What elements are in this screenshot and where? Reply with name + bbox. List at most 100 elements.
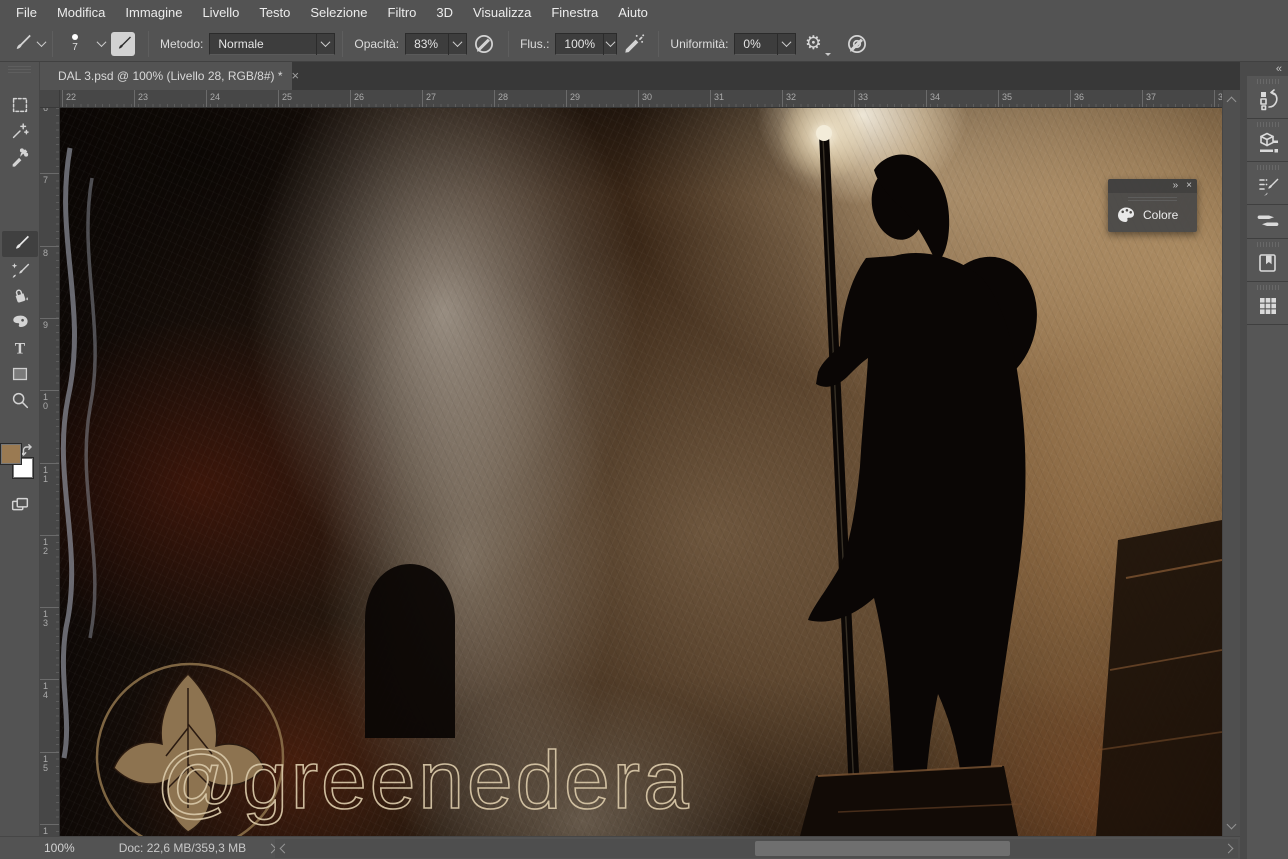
brush-picker-chevron-icon[interactable] (97, 37, 107, 47)
brushes-panel-button[interactable] (1247, 205, 1288, 239)
menu-finestra[interactable]: Finestra (541, 0, 608, 26)
magic-wand-tool[interactable] (2, 118, 38, 144)
vertical-ruler: 678910111213141516 (40, 108, 60, 836)
tools-panel: T (0, 62, 40, 836)
grey-wisps (63, 148, 95, 758)
menu-3d[interactable]: 3D (426, 0, 463, 26)
panel-dock: « (1240, 62, 1288, 859)
document-tab[interactable]: DAL 3.psd @ 100% (Livello 28, RGB/8#) * … (40, 62, 292, 90)
hruler-tick: 22 (66, 92, 76, 102)
opacity-chevron-icon[interactable] (448, 33, 466, 55)
vruler-tick: 11 (43, 466, 52, 484)
hruler-tick: 36 (1074, 92, 1084, 102)
history-panel-button[interactable] (1247, 76, 1288, 119)
toggle-brush-settings-button[interactable] (111, 32, 135, 56)
hruler-tick: 24 (210, 92, 220, 102)
hruler-tick: 34 (930, 92, 940, 102)
3d-panel-button[interactable] (1247, 119, 1288, 162)
menu-testo[interactable]: Testo (249, 0, 300, 26)
document-size-info: Doc: 22,6 MB/359,3 MB (119, 841, 246, 855)
grid-panel-button[interactable] (1247, 282, 1288, 325)
separator (342, 31, 343, 57)
staff-orb (816, 125, 832, 141)
hruler-tick: 33 (858, 92, 868, 102)
horizontal-scrollbar[interactable] (275, 839, 1238, 858)
staff (778, 108, 870, 836)
smoothing-gear-icon[interactable]: ⚙ (800, 31, 826, 57)
smoothing-chevron-icon[interactable] (777, 33, 795, 55)
vruler-tick: 14 (43, 682, 52, 700)
menu-aiuto[interactable]: Aiuto (608, 0, 658, 26)
dock-header: « (1240, 62, 1288, 76)
scroll-up-icon[interactable] (1227, 97, 1237, 107)
swap-colors-icon[interactable] (21, 445, 31, 455)
hruler-tick: 27 (426, 92, 436, 102)
vruler-tick: 9 (43, 321, 52, 330)
pressure-opacity-icon[interactable] (471, 31, 497, 57)
menu-file[interactable]: File (6, 0, 47, 26)
pressure-size-icon[interactable] (844, 31, 870, 57)
menu-livello[interactable]: Livello (192, 0, 249, 26)
flow-label: Flus.: (520, 37, 549, 51)
brush-tool[interactable] (2, 231, 38, 257)
tab-close-icon[interactable]: × (292, 70, 300, 82)
mixer-brush-tool[interactable] (2, 257, 38, 283)
eyedropper-tool[interactable] (2, 144, 38, 170)
menu-filtro[interactable]: Filtro (378, 0, 427, 26)
zoom-level-field[interactable]: 100% (44, 841, 75, 855)
vruler-tick: 13 (43, 610, 52, 628)
tool-preset-chevron-icon[interactable] (37, 37, 47, 47)
horizontal-ruler: 2223242526272829303132333435363738 (60, 90, 1222, 108)
scroll-left-icon[interactable] (280, 844, 290, 854)
brush-settings-panel-button[interactable] (1247, 162, 1288, 205)
flow-input[interactable]: 100% (555, 33, 617, 55)
hruler-tick: 26 (354, 92, 364, 102)
scroll-right-icon[interactable] (1224, 844, 1234, 854)
blend-mode-select[interactable]: Normale (209, 33, 335, 55)
foreground-color-swatch[interactable] (0, 443, 22, 465)
vruler-tick: 16 (43, 827, 52, 836)
color-panel-tab[interactable]: Colore (1116, 205, 1178, 225)
arch-doorway (365, 564, 455, 738)
document-canvas[interactable]: @greenedera (60, 108, 1222, 836)
flow-chevron-icon[interactable] (603, 33, 616, 55)
ruler-corner[interactable] (40, 90, 60, 108)
smudge-tool[interactable] (2, 309, 38, 335)
smoothing-input[interactable]: 0% (734, 33, 796, 55)
brush-preview[interactable]: 7 (60, 34, 90, 53)
screen-mode-icon[interactable] (2, 492, 38, 518)
tool-preset-brush-icon[interactable] (8, 31, 34, 57)
menu-selezione[interactable]: Selezione (300, 0, 377, 26)
type-tool[interactable]: T (2, 335, 38, 361)
vruler-tick: 8 (43, 249, 52, 258)
menu-visualizza[interactable]: Visualizza (463, 0, 541, 26)
horizontal-scrollbar-thumb[interactable] (755, 841, 1010, 856)
3d-cube-icon (1255, 130, 1281, 156)
menu-immagine[interactable]: Immagine (115, 0, 192, 26)
panel-collapse-icon[interactable]: » (1173, 181, 1179, 191)
airbrush-icon[interactable] (621, 31, 647, 57)
vertical-scrollbar[interactable] (1222, 90, 1240, 836)
document-tab-bar: DAL 3.psd @ 100% (Livello 28, RGB/8#) * … (40, 62, 1240, 90)
toolbar-grip[interactable] (8, 65, 31, 73)
libraries-panel-button[interactable] (1247, 239, 1288, 282)
flow-value: 100% (556, 37, 603, 51)
opacity-input[interactable]: 83% (405, 33, 467, 55)
panel-grip[interactable] (1128, 195, 1177, 201)
paint-bucket-tool[interactable] (2, 283, 38, 309)
separator (148, 31, 149, 57)
rectangular-marquee-tool[interactable] (2, 92, 38, 118)
menu-modifica[interactable]: Modifica (47, 0, 115, 26)
blend-mode-label: Metodo: (160, 37, 203, 51)
rectangle-shape-tool[interactable] (2, 361, 38, 387)
hruler-tick: 35 (1002, 92, 1012, 102)
vruler-tick: 15 (43, 755, 52, 773)
hruler-tick: 30 (642, 92, 652, 102)
hruler-tick: 28 (498, 92, 508, 102)
color-swatches (0, 407, 40, 487)
blend-mode-chevron-icon[interactable] (316, 33, 334, 55)
panel-close-icon[interactable]: × (1186, 181, 1192, 191)
menu-bar: File Modifica Immagine Livello Testo Sel… (0, 0, 1288, 26)
scroll-down-icon[interactable] (1227, 820, 1237, 830)
dock-collapse-icon[interactable]: « (1276, 64, 1282, 75)
